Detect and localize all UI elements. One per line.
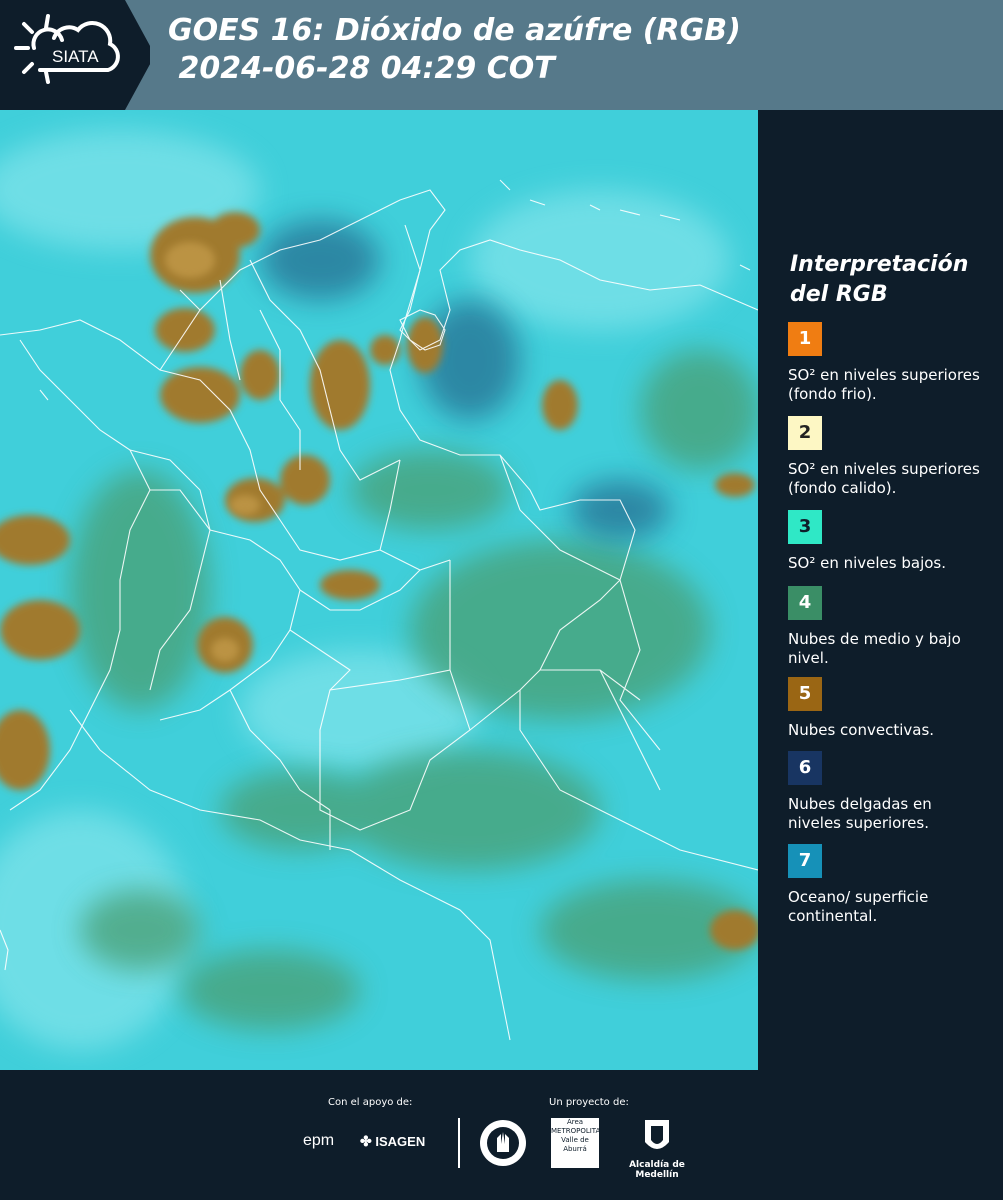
- legend-item-1: 1 SO² en niveles superiores (fondo frio)…: [788, 322, 988, 404]
- project-label: Un proyecto de:: [549, 1097, 629, 1108]
- legend-item-4: 4 Nubes de medio y bajo nivel.: [788, 586, 988, 668]
- isagen-text: ISAGEN: [375, 1134, 426, 1149]
- legend-text-1: SO² en niveles superiores (fondo frio).: [788, 366, 980, 403]
- legend-item-5: 5 Nubes convectivas.: [788, 677, 988, 740]
- title-line-1: GOES 16: Dióxido de azúfre (RGB): [168, 13, 741, 48]
- legend-text-2: SO² en niveles superiores (fondo calido)…: [788, 460, 980, 497]
- isagen-icon: ✤: [360, 1133, 372, 1149]
- legend-swatch-7: 7: [788, 844, 822, 878]
- shield-icon: [645, 1120, 669, 1149]
- legend-item-2: 2 SO² en niveles superiores (fondo calid…: [788, 416, 988, 498]
- legend-text-6: Nubes delgadas en niveles superiores.: [788, 795, 932, 832]
- legend-title: Interpretación del RGB: [790, 252, 969, 307]
- legend-swatch-3: 3: [788, 510, 822, 544]
- seal-icon: [480, 1120, 526, 1166]
- metropolitana-text: Área METROPOLITANA Valle de Aburrá: [551, 1118, 599, 1153]
- support-label: Con el apoyo de:: [328, 1097, 413, 1108]
- legend-swatch-4: 4: [788, 586, 822, 620]
- epm-text: epm: [303, 1132, 335, 1149]
- logo-text: SIATA: [52, 47, 99, 66]
- legend-swatch-5: 5: [788, 677, 822, 711]
- legend-text-5: Nubes convectivas.: [788, 721, 935, 739]
- legend-text-3: SO² en niveles bajos.: [788, 554, 947, 572]
- legend-item-3: 3 SO² en niveles bajos.: [788, 510, 988, 573]
- footer-divider: [458, 1118, 460, 1168]
- map-image: [0, 110, 758, 1070]
- metropolitana-logo: Área METROPOLITANA Valle de Aburrá: [551, 1118, 599, 1168]
- legend-text-7: Oceano/ superficie continental.: [788, 888, 929, 925]
- legend-item-6: 6 Nubes delgadas en niveles superiores.: [788, 751, 988, 833]
- title-line-2: 2024-06-28 04:29 COT: [168, 51, 555, 86]
- legend-panel: Interpretación del RGB 1 SO² en niveles …: [758, 110, 1003, 1070]
- page-title: GOES 16: Dióxido de azúfre (RGB) 2024-06…: [168, 12, 741, 88]
- siata-logo: SIATA: [0, 0, 150, 110]
- legend-swatch-2: 2: [788, 416, 822, 450]
- alcaldia-logo: Alcaldía de Medellín: [612, 1118, 702, 1180]
- header-bar: SIATA GOES 16: Dióxido de azúfre (RGB) 2…: [0, 0, 1003, 110]
- legend-item-7: 7 Oceano/ superficie continental.: [788, 844, 988, 926]
- satellite-map[interactable]: [0, 110, 758, 1070]
- legend-swatch-6: 6: [788, 751, 822, 785]
- epm-logo: epm: [303, 1132, 334, 1150]
- legend-swatch-1: 1: [788, 322, 822, 356]
- isagen-logo: ✤ ISAGEN: [360, 1133, 425, 1150]
- alcaldia-text: Alcaldía de Medellín: [629, 1160, 685, 1180]
- legend-text-4: Nubes de medio y bajo nivel.: [788, 630, 961, 667]
- footer: Con el apoyo de: Un proyecto de: epm ✤ I…: [0, 1070, 1003, 1200]
